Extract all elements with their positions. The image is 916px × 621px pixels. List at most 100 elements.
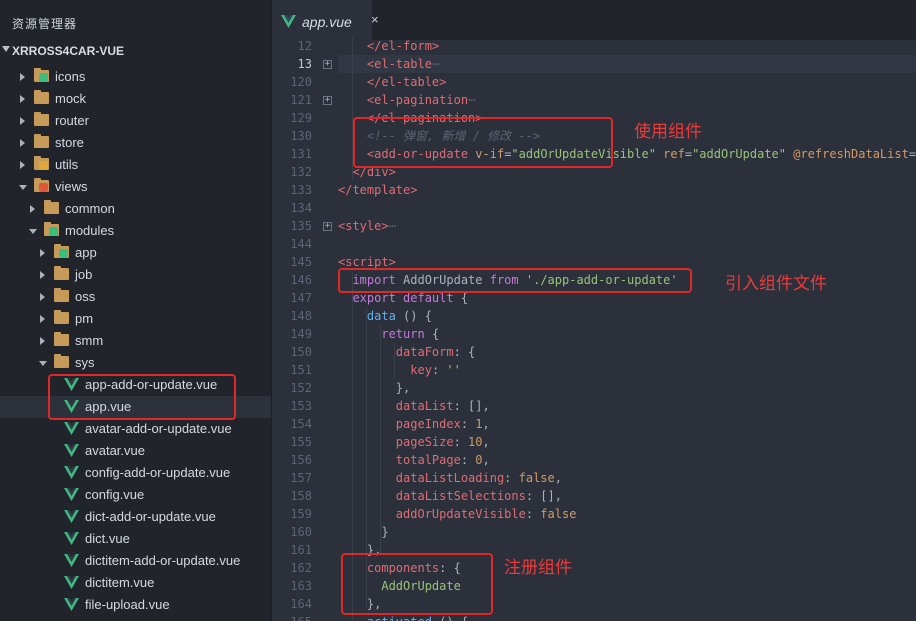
tree-item[interactable]: common: [0, 198, 271, 220]
code-line[interactable]: pageSize: 10,: [338, 433, 490, 451]
code-line[interactable]: pageIndex: 1,: [338, 415, 490, 433]
tree-item[interactable]: job: [0, 264, 271, 286]
code-token: export default: [352, 291, 454, 305]
tree-item[interactable]: views: [0, 176, 271, 198]
line-number: 135: [290, 219, 312, 233]
tree-item[interactable]: router: [0, 110, 271, 132]
tree-item[interactable]: avatar-add-or-update.vue: [0, 418, 271, 440]
code-token: :: [460, 417, 476, 431]
tab-bar: app.vue ×: [272, 0, 916, 40]
tree-item-label: file-upload.vue: [85, 597, 170, 612]
close-tab-icon[interactable]: ×: [371, 12, 379, 27]
chevron-down-icon[interactable]: [29, 229, 37, 234]
line-number: 151: [290, 363, 312, 377]
line-number: 154: [290, 417, 312, 431]
code-token: <el-table: [366, 57, 432, 71]
code-token: dataList: [395, 399, 454, 413]
code-token: ,: [482, 417, 490, 431]
tree-item[interactable]: config-add-or-update.vue: [0, 462, 271, 484]
chevron-right-icon[interactable]: [40, 293, 45, 301]
code-line[interactable]: return {: [338, 325, 439, 343]
code-token: 10: [468, 435, 483, 449]
tree-item[interactable]: store: [0, 132, 271, 154]
tree-item[interactable]: icons: [0, 66, 271, 88]
tree-item[interactable]: utils: [0, 154, 271, 176]
code-line[interactable]: </el-form>: [338, 37, 439, 55]
code-line[interactable]: },: [338, 379, 410, 397]
tree-item[interactable]: smm: [0, 330, 271, 352]
code-line[interactable]: </el-table>: [338, 73, 446, 91]
code-line[interactable]: addOrUpdateVisible: false: [338, 505, 577, 523]
code-token: : [],: [453, 399, 490, 413]
code-line[interactable]: dataListLoading: false,: [338, 469, 562, 487]
tree-item[interactable]: file-upload.vue: [0, 594, 271, 616]
indent-guide: [380, 325, 381, 555]
tree-item-label: utils: [55, 157, 79, 172]
tree-item[interactable]: app: [0, 242, 271, 264]
folder-icon: [34, 134, 49, 149]
folder-icon: [54, 332, 69, 347]
tree-item[interactable]: dictitem-add-or-update.vue: [0, 550, 271, 572]
chevron-right-icon[interactable]: [40, 337, 45, 345]
highlight-box-components: [341, 553, 493, 615]
tree-item[interactable]: oss: [0, 286, 271, 308]
line-number: 161: [290, 543, 312, 557]
project-collapse-icon[interactable]: [2, 46, 10, 52]
annotation-import-component: 引入组件文件: [725, 274, 827, 293]
chevron-right-icon[interactable]: [20, 117, 25, 125]
vue-file-icon: [64, 554, 79, 567]
chevron-right-icon[interactable]: [20, 139, 25, 147]
fold-expand-icon[interactable]: +: [323, 96, 332, 105]
tree-item[interactable]: dictitem.vue: [0, 572, 271, 594]
chevron-right-icon[interactable]: [20, 161, 25, 169]
chevron-right-icon[interactable]: [40, 271, 45, 279]
tree-item[interactable]: dict-add-or-update.vue: [0, 506, 271, 528]
tree-item-label: sys: [75, 355, 95, 370]
code-line[interactable]: dataForm: {: [338, 343, 475, 361]
tree-item[interactable]: modules: [0, 220, 271, 242]
line-number: 165: [272, 613, 312, 621]
code-token: key: [410, 363, 432, 377]
code-line[interactable]: dataList: [],: [338, 397, 490, 415]
code-line[interactable]: key: '': [338, 361, 461, 379]
code-token: 0: [475, 453, 483, 467]
tree-item[interactable]: sys: [0, 352, 271, 374]
fold-expand-icon[interactable]: +: [323, 222, 332, 231]
line-number: 164: [290, 597, 312, 611]
chevron-right-icon[interactable]: [30, 205, 35, 213]
line-number: 149: [290, 327, 312, 341]
chevron-right-icon[interactable]: [20, 73, 25, 81]
code-token: : [],: [525, 489, 562, 503]
code-line[interactable]: <el-pagination⋯: [338, 91, 475, 109]
tree-item[interactable]: pm: [0, 308, 271, 330]
tree-item-label: mock: [55, 91, 87, 106]
folder-icon: [44, 200, 59, 215]
code-token: :: [453, 435, 469, 449]
tree-item[interactable]: config.vue: [0, 484, 271, 506]
chevron-right-icon[interactable]: [40, 249, 45, 257]
code-line[interactable]: totalPage: 0,: [338, 451, 490, 469]
project-name[interactable]: XRROSS4CAR-VUE: [12, 44, 124, 58]
tree-item-label: dict-add-or-update.vue: [85, 509, 216, 524]
code-line[interactable]: <style>⋯: [338, 217, 396, 235]
tree-item-label: dictitem.vue: [85, 575, 155, 590]
tree-item[interactable]: dict.vue: [0, 528, 271, 550]
fold-expand-icon[interactable]: +: [323, 60, 332, 69]
chevron-down-icon[interactable]: [39, 361, 47, 366]
code-line[interactable]: </template>: [338, 181, 417, 199]
chevron-down-icon[interactable]: [19, 185, 27, 190]
code-token: ⋯: [468, 93, 476, 107]
tree-item-label: oss: [75, 289, 96, 304]
file-explorer: 资源管理器 XRROSS4CAR-VUE icons mock router stor…: [0, 0, 271, 621]
line-number: 147: [290, 291, 312, 305]
code-line[interactable]: <el-table⋯: [338, 55, 439, 73]
tab-label: app.vue: [302, 14, 352, 30]
code-line[interactable]: dataListSelections: [],: [338, 487, 562, 505]
chevron-right-icon[interactable]: [20, 95, 25, 103]
tree-item[interactable]: avatar.vue: [0, 440, 271, 462]
chevron-right-icon[interactable]: [40, 315, 45, 323]
tab-app-vue[interactable]: app.vue ×: [272, 0, 379, 40]
tree-item[interactable]: mock: [0, 88, 271, 110]
code-token: : {: [453, 345, 476, 359]
code-token: ⋯: [388, 219, 396, 233]
